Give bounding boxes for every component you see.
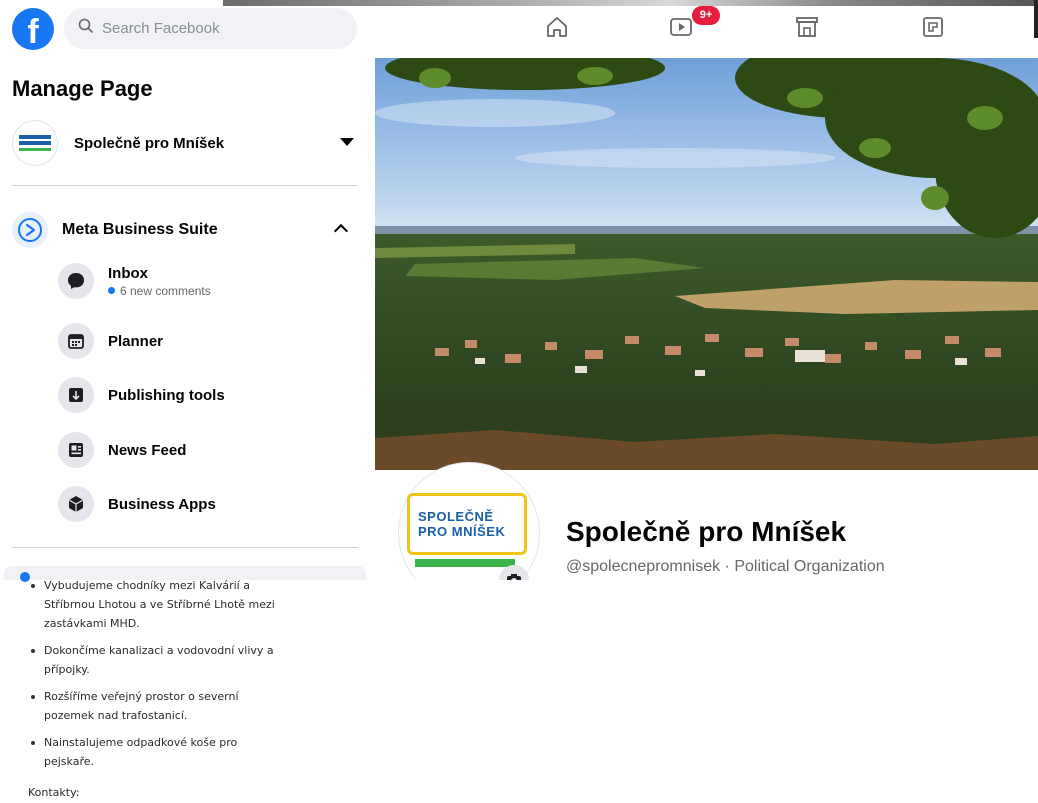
organization-logo: SPOLEČNĚ PRO MNÍŠEK <box>407 493 527 555</box>
menu-item-label: News Feed <box>108 441 187 459</box>
page: f 9+ Manage Page Společně pro Mníšek <box>0 0 1038 803</box>
panel-title: Manage Page <box>12 76 153 101</box>
contacts-heading: Kontakty: <box>28 786 80 799</box>
page-handle-category: @spolecnepromnisek · Political Organizat… <box>566 558 885 575</box>
top-navigation-bar: f 9+ <box>0 0 1038 58</box>
menu-item-business-apps[interactable]: Business Apps <box>58 486 358 522</box>
background-edge <box>1034 0 1038 38</box>
search-icon <box>78 18 94 39</box>
menu-item-planner[interactable]: Planner <box>58 323 358 359</box>
facebook-logo[interactable]: f <box>12 8 54 50</box>
gaming-icon[interactable] <box>920 14 948 42</box>
logo-green-bar <box>415 559 515 567</box>
chevron-up-icon[interactable] <box>333 223 349 239</box>
menu-item-inbox[interactable]: Inbox 6 new comments <box>58 263 358 299</box>
caret-down-icon[interactable] <box>340 138 354 146</box>
publishing-tools-icon <box>58 377 94 413</box>
menu-item-label: Planner <box>108 332 164 350</box>
news-feed-icon <box>58 432 94 468</box>
divider <box>12 185 358 186</box>
blank-area <box>375 580 1038 803</box>
planner-calendar-icon <box>58 323 94 359</box>
manage-page-panel: Manage Page Společně pro Mníšek Meta Bus… <box>0 58 373 578</box>
video-notification-badge: 9+ <box>692 6 720 25</box>
business-apps-cube-icon <box>58 486 94 522</box>
cover-photo[interactable] <box>375 58 1038 470</box>
meta-business-suite-label: Meta Business Suite <box>62 221 218 238</box>
menu-item-label: Inbox <box>108 264 148 282</box>
menu-item-label: Publishing tools <box>108 386 225 404</box>
post-indicator-dot <box>20 572 30 582</box>
menu-item-label: Business Apps <box>108 495 216 513</box>
meta-business-suite-icon <box>12 212 48 248</box>
menu-item-news-feed[interactable]: News Feed <box>58 432 358 468</box>
menu-item-sublabel: 6 new comments <box>120 283 211 298</box>
meta-business-suite-header[interactable]: Meta Business Suite <box>12 210 358 250</box>
page-switcher[interactable]: Společně pro Mníšek <box>12 120 358 166</box>
list-item: Rozšíříme veřejný prostor o severní poze… <box>30 687 280 725</box>
unread-dot <box>108 287 115 294</box>
background-photo-strip <box>223 0 1038 6</box>
search-input[interactable] <box>102 20 342 37</box>
inbox-icon <box>58 263 94 299</box>
new-comments-count: 6 new comments <box>108 284 211 298</box>
menu-item-publishing-tools[interactable]: Publishing tools <box>58 377 358 413</box>
home-icon[interactable] <box>544 14 572 42</box>
marketplace-icon[interactable] <box>794 14 822 42</box>
divider <box>12 547 358 548</box>
logo-text-line1: SPOLEČNĚ <box>418 509 494 524</box>
list-item: Vybudujeme chodníky mezi Kalvárií a Stří… <box>30 576 280 633</box>
list-item: Nainstalujeme odpadkové koše pro pejskař… <box>30 733 280 771</box>
logo-text-line2: PRO MNÍŠEK <box>418 524 506 539</box>
page-avatar <box>12 120 58 166</box>
page-switcher-name: Společně pro Mníšek <box>74 134 225 152</box>
search-box[interactable] <box>64 8 357 49</box>
post-bullet-list: Vybudujeme chodníky mezi Kalvárií a Stří… <box>30 576 280 779</box>
page-title: Společně pro Mníšek <box>566 516 847 547</box>
list-item: Dokončíme kanalizaci a vodovodní vlivy a… <box>30 641 280 679</box>
